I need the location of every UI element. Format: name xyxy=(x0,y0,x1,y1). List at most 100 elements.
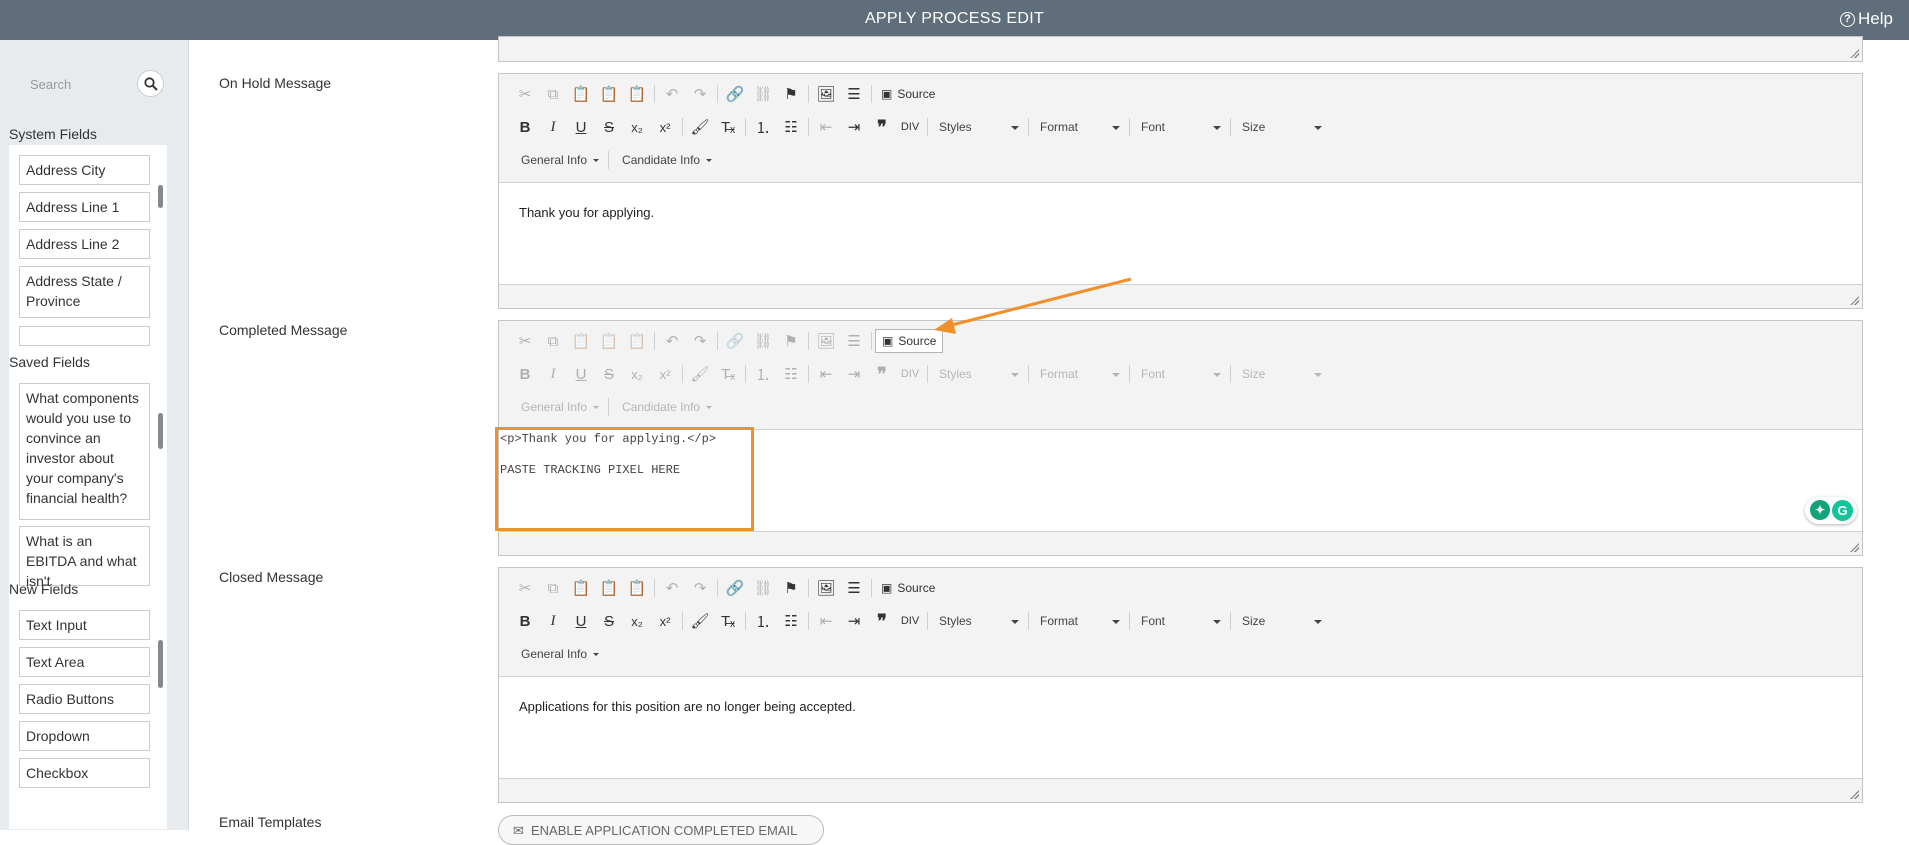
horizontal-rule-icon[interactable]: ☰ xyxy=(840,331,868,351)
resize-handle[interactable] xyxy=(1850,790,1859,799)
styles-dropdown[interactable]: Styles xyxy=(931,117,1025,137)
copy-icon[interactable]: ⧉ xyxy=(539,84,567,104)
saved-fields-list[interactable]: What components would you use to convinc… xyxy=(9,373,167,601)
underline-icon[interactable]: U xyxy=(567,117,595,137)
copy-icon[interactable]: ⧉ xyxy=(539,578,567,598)
remove-format-icon[interactable]: T̶ₓ xyxy=(714,611,742,631)
new-field-text-area[interactable]: Text Area xyxy=(19,647,150,677)
paste-word-icon[interactable]: 📋 xyxy=(623,331,651,351)
redo-icon[interactable]: ↷ xyxy=(686,578,714,598)
cut-icon[interactable]: ✂ xyxy=(511,84,539,104)
saved-field-item[interactable]: What is an EBITDA and what isn't xyxy=(19,526,150,589)
undo-icon[interactable]: ↶ xyxy=(658,331,686,351)
source-button[interactable]: ▣ Source xyxy=(875,82,941,106)
indent-icon[interactable]: ⇥ xyxy=(840,611,868,631)
font-dropdown[interactable]: Font xyxy=(1133,117,1227,137)
source-button-active[interactable]: ▣ Source xyxy=(875,329,944,353)
numbered-list-icon[interactable]: ⒈ xyxy=(749,117,777,137)
search-button[interactable] xyxy=(137,70,164,97)
editor-content-area[interactable]: Applications for this position are no lo… xyxy=(499,676,1862,779)
redo-icon[interactable]: ↷ xyxy=(686,84,714,104)
link-icon[interactable]: 🔗 xyxy=(721,331,749,351)
scrollbar-thumb[interactable] xyxy=(158,640,163,688)
remove-format-icon[interactable]: T̶ₓ xyxy=(714,364,742,384)
styles-dropdown[interactable]: Styles xyxy=(931,611,1025,631)
paste-icon[interactable]: 📋 xyxy=(567,331,595,351)
indent-icon[interactable]: ⇥ xyxy=(840,117,868,137)
subscript-icon[interactable]: x₂ xyxy=(623,611,651,631)
subscript-icon[interactable]: x₂ xyxy=(623,364,651,384)
link-icon[interactable]: 🔗 xyxy=(721,578,749,598)
copy-format-icon[interactable]: 🖌 xyxy=(686,364,714,384)
general-info-dropdown[interactable]: General Info xyxy=(511,150,605,170)
horizontal-rule-icon[interactable]: ☰ xyxy=(840,84,868,104)
lightbulb-icon[interactable]: ✦ xyxy=(1810,500,1830,520)
resize-handle[interactable] xyxy=(1850,49,1859,58)
superscript-icon[interactable]: x² xyxy=(651,611,679,631)
bulleted-list-icon[interactable]: ☷ xyxy=(777,611,805,631)
image-icon[interactable]: 🖼 xyxy=(812,331,840,351)
saved-field-item[interactable]: What components would you use to convinc… xyxy=(19,383,150,520)
indent-icon[interactable]: ⇥ xyxy=(840,364,868,384)
font-dropdown[interactable]: Font xyxy=(1133,611,1227,631)
resize-handle[interactable] xyxy=(1850,296,1859,305)
unlink-icon[interactable]: ⛓ xyxy=(749,578,777,598)
copy-icon[interactable]: ⧉ xyxy=(539,331,567,351)
redo-icon[interactable]: ↷ xyxy=(686,331,714,351)
div-container-icon[interactable]: DIV xyxy=(896,364,924,384)
field-address-line-1[interactable]: Address Line 1 xyxy=(19,192,150,222)
blockquote-icon[interactable]: ❞ xyxy=(868,611,896,631)
general-info-dropdown[interactable]: General Info xyxy=(511,644,605,664)
source-button[interactable]: ▣ Source xyxy=(875,576,941,600)
underline-icon[interactable]: U xyxy=(567,611,595,631)
image-icon[interactable]: 🖼 xyxy=(812,84,840,104)
candidate-info-dropdown[interactable]: Candidate Info xyxy=(612,150,718,170)
blockquote-icon[interactable]: ❞ xyxy=(868,117,896,137)
remove-format-icon[interactable]: T̶ₓ xyxy=(714,117,742,137)
superscript-icon[interactable]: x² xyxy=(651,364,679,384)
paste-word-icon[interactable]: 📋 xyxy=(623,84,651,104)
bold-icon[interactable]: B xyxy=(511,117,539,137)
italic-icon[interactable]: I xyxy=(539,611,567,631)
numbered-list-icon[interactable]: ⒈ xyxy=(749,364,777,384)
help-link[interactable]: ? Help xyxy=(1840,9,1893,29)
outdent-icon[interactable]: ⇤ xyxy=(812,117,840,137)
scrollbar-thumb[interactable] xyxy=(158,413,163,449)
new-field-text-input[interactable]: Text Input xyxy=(19,610,150,640)
numbered-list-icon[interactable]: ⒈ xyxy=(749,611,777,631)
strikethrough-icon[interactable]: S xyxy=(595,117,623,137)
system-fields-list[interactable]: Address City Address Line 1 Address Line… xyxy=(9,145,167,373)
bold-icon[interactable]: B xyxy=(511,364,539,384)
font-dropdown[interactable]: Font xyxy=(1133,364,1227,384)
size-dropdown[interactable]: Size xyxy=(1234,611,1328,631)
new-fields-list[interactable]: Text Input Text Area Radio Buttons Dropd… xyxy=(9,600,167,829)
blockquote-icon[interactable]: ❞ xyxy=(868,364,896,384)
new-field-dropdown[interactable]: Dropdown xyxy=(19,721,150,751)
field-address-state[interactable]: Address State / Province xyxy=(19,266,150,318)
enable-email-button[interactable]: ✉ ENABLE APPLICATION COMPLETED EMAIL xyxy=(498,815,824,845)
editor-content-area[interactable]: Thank you for applying. xyxy=(499,182,1862,285)
div-container-icon[interactable]: DIV xyxy=(896,611,924,631)
undo-icon[interactable]: ↶ xyxy=(658,84,686,104)
link-icon[interactable]: 🔗 xyxy=(721,84,749,104)
format-dropdown[interactable]: Format xyxy=(1032,611,1126,631)
unlink-icon[interactable]: ⛓ xyxy=(749,84,777,104)
format-dropdown[interactable]: Format xyxy=(1032,364,1126,384)
strikethrough-icon[interactable]: S xyxy=(595,364,623,384)
size-dropdown[interactable]: Size xyxy=(1234,364,1328,384)
bulleted-list-icon[interactable]: ☷ xyxy=(777,364,805,384)
paste-text-icon[interactable]: 📋 xyxy=(595,84,623,104)
resize-handle[interactable] xyxy=(1850,543,1859,552)
subscript-icon[interactable]: x₂ xyxy=(623,117,651,137)
size-dropdown[interactable]: Size xyxy=(1234,117,1328,137)
underline-icon[interactable]: U xyxy=(567,364,595,384)
general-info-dropdown[interactable]: General Info xyxy=(511,397,605,417)
strikethrough-icon[interactable]: S xyxy=(595,611,623,631)
styles-dropdown[interactable]: Styles xyxy=(931,364,1025,384)
italic-icon[interactable]: I xyxy=(539,117,567,137)
outdent-icon[interactable]: ⇤ xyxy=(812,611,840,631)
paste-icon[interactable]: 📋 xyxy=(567,84,595,104)
div-container-icon[interactable]: DIV xyxy=(896,117,924,137)
image-icon[interactable]: 🖼 xyxy=(812,578,840,598)
paste-word-icon[interactable]: 📋 xyxy=(623,578,651,598)
